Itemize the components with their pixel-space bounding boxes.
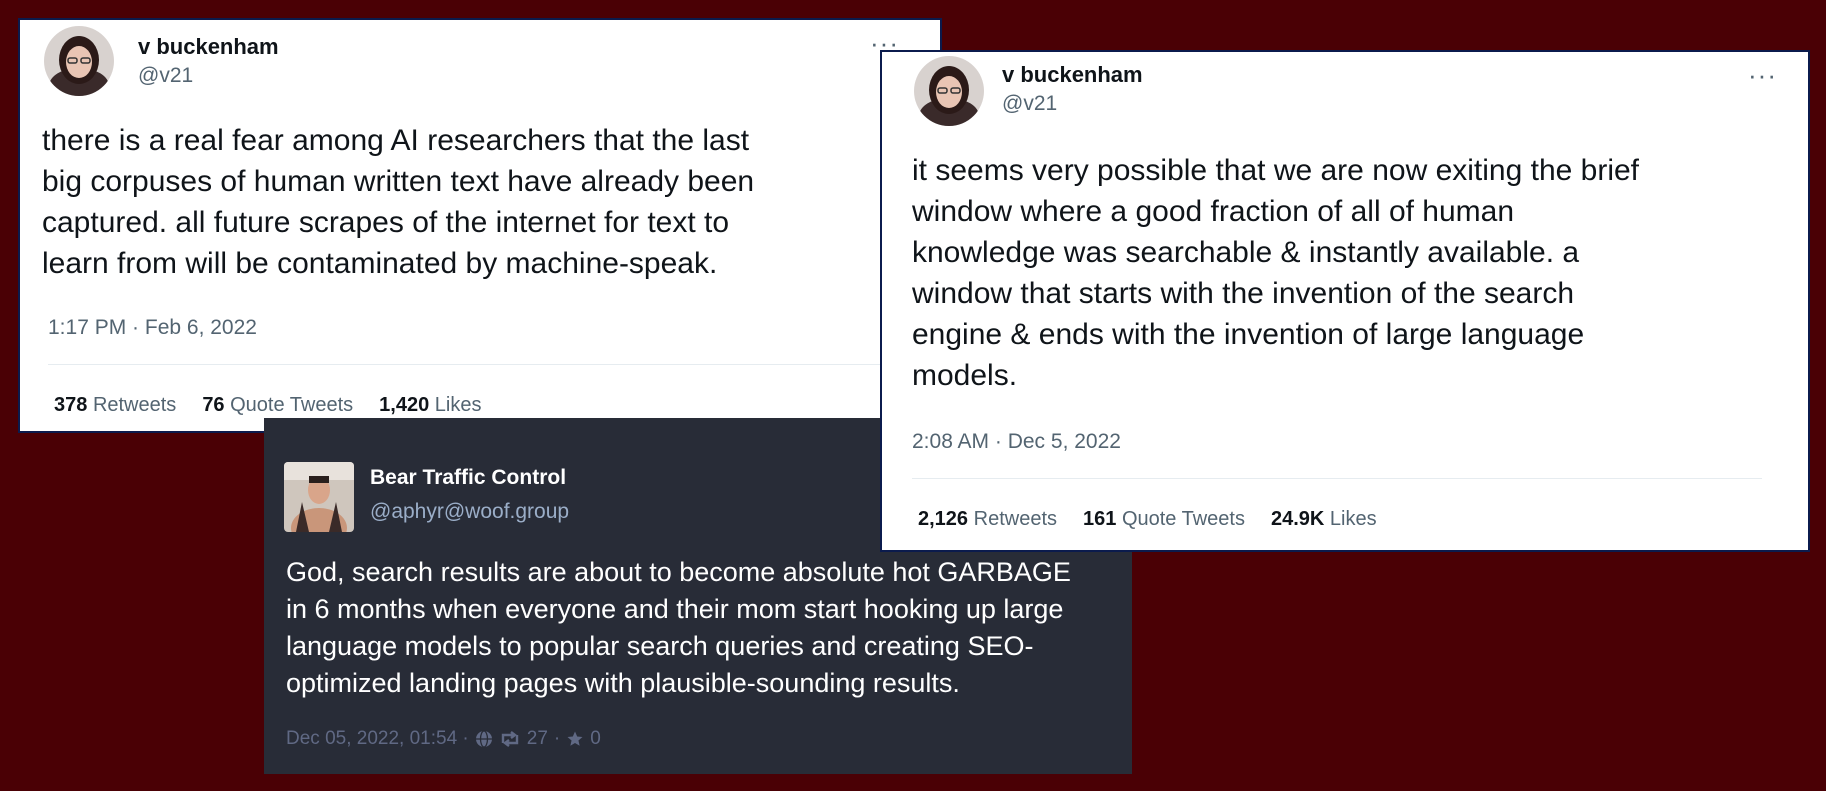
- author-name[interactable]: v buckenham: [1002, 62, 1143, 88]
- avatar[interactable]: [284, 462, 354, 532]
- avatar-image: [284, 462, 354, 532]
- tweet-text-line: knowledge was searchable & instantly ava…: [912, 236, 1580, 269]
- tweet-timestamp[interactable]: 2:08 AM · Dec 5, 2022: [912, 430, 1121, 454]
- quote-tweets-count: 76: [202, 394, 225, 416]
- toot-timestamp[interactable]: Dec 05, 2022, 01:54 ·: [286, 728, 469, 750]
- author-handle[interactable]: @v21: [1002, 92, 1057, 116]
- likes-stat[interactable]: 24.9K Likes: [1271, 508, 1377, 531]
- engagement-stats: 378 Retweets 76 Quote Tweets 1,420 Likes: [54, 394, 482, 417]
- toot-text-line: in 6 months when everyone and their mom …: [286, 594, 1064, 624]
- likes-stat[interactable]: 1,420 Likes: [379, 394, 481, 417]
- tweet-text: it seems very possible that we are now e…: [912, 150, 1792, 396]
- retweets-stat[interactable]: 378 Retweets: [54, 394, 176, 417]
- retweets-count: 378: [54, 394, 88, 416]
- divider: [48, 364, 888, 365]
- likes-count: 24.9K: [1270, 508, 1325, 530]
- retweets-stat[interactable]: 2,126 Retweets: [918, 508, 1057, 531]
- toot-text-line: God, search results are about to become …: [286, 557, 1071, 587]
- tweet-text-line: engine & ends with the invention of larg…: [912, 318, 1585, 351]
- retweets-count: 2,126: [918, 508, 969, 530]
- likes-label: Likes: [434, 394, 482, 416]
- tweet-text-line: it seems very possible that we are now e…: [912, 154, 1640, 187]
- quote-tweets-stat[interactable]: 76 Quote Tweets: [202, 394, 353, 417]
- likes-label: Likes: [1329, 508, 1377, 530]
- author-name[interactable]: Bear Traffic Control: [370, 466, 566, 490]
- toot-text-line: optimized landing pages with plausible-s…: [286, 668, 960, 698]
- more-options-icon[interactable]: ···: [870, 30, 899, 56]
- tweet-text-line: captured. all future scrapes of the inte…: [42, 206, 730, 239]
- tweet-text-line: window that starts with the invention of…: [912, 277, 1575, 310]
- toot-text-line: language models to popular search querie…: [286, 631, 1034, 661]
- avatar-image: [914, 56, 984, 126]
- author-handle[interactable]: @aphyr@woof.group: [370, 500, 569, 524]
- engagement-stats: 2,126 Retweets 161 Quote Tweets 24.9K Li…: [918, 508, 1377, 531]
- avatar-image: [44, 26, 114, 96]
- tweet-text-line: big corpuses of human written text have …: [42, 165, 755, 198]
- quote-tweets-count: 161: [1083, 508, 1117, 530]
- tweet-text-line: models.: [912, 359, 1018, 392]
- author-handle[interactable]: @v21: [138, 64, 193, 88]
- star-icon[interactable]: [566, 730, 584, 748]
- more-options-icon[interactable]: ···: [1748, 62, 1777, 88]
- divider: [912, 478, 1762, 479]
- retweets-label: Retweets: [973, 508, 1057, 530]
- toot-text: God, search results are about to become …: [286, 554, 1116, 702]
- tweet-text-line: window where a good fraction of all of h…: [912, 195, 1515, 228]
- tweet-text-line: there is a real fear among AI researcher…: [42, 124, 750, 157]
- quote-tweets-label: Quote Tweets: [230, 394, 354, 416]
- boost-icon[interactable]: [499, 730, 521, 748]
- tweet-card-1: v buckenham @v21 ··· there is a real fea…: [18, 18, 942, 433]
- retweets-label: Retweets: [92, 394, 177, 416]
- boost-count: 27: [526, 728, 548, 749]
- avatar[interactable]: [44, 26, 114, 96]
- separator: ·: [553, 728, 561, 749]
- tweet-text: there is a real fear among AI researcher…: [42, 120, 922, 284]
- tweet-timestamp[interactable]: 1:17 PM · Feb 6, 2022: [48, 316, 257, 340]
- likes-count: 1,420: [379, 394, 430, 416]
- avatar[interactable]: [914, 56, 984, 126]
- favourite-count: 0: [590, 728, 601, 749]
- toot-meta: Dec 05, 2022, 01:54 · 27 · 0: [286, 728, 601, 750]
- quote-tweets-stat[interactable]: 161 Quote Tweets: [1083, 508, 1245, 531]
- quote-tweets-label: Quote Tweets: [1121, 508, 1245, 530]
- tweet-card-2: v buckenham @v21 ··· it seems very possi…: [880, 50, 1810, 552]
- author-name[interactable]: v buckenham: [138, 34, 279, 60]
- globe-icon: [475, 730, 492, 748]
- tweet-text-line: learn from will be contaminated by machi…: [42, 247, 718, 280]
